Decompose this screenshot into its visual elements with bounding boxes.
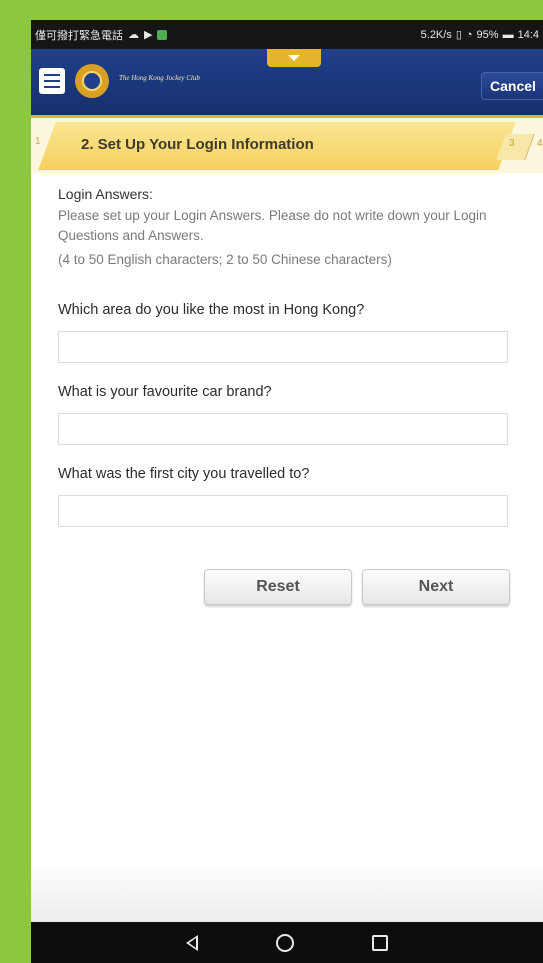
clock: 14:4	[517, 28, 539, 41]
instructions-text: Please set up your Login Answers. Please…	[58, 208, 487, 243]
cancel-button[interactable]: Cancel	[481, 72, 543, 100]
battery-percent: 95%	[476, 28, 499, 41]
page-footer-area	[31, 862, 543, 922]
recent-apps-icon[interactable]	[372, 934, 388, 951]
jockey-club-logo	[75, 64, 109, 98]
character-limits-text: (4 to 50 English characters; 2 to 50 Chi…	[58, 252, 392, 267]
question-1-label: Which area do you like the most in Hong …	[58, 302, 365, 318]
wifi-icon: ◔	[465, 28, 473, 41]
screenshot-border-left	[0, 0, 31, 963]
status-bar: 僅可撥打緊急電話 ☁ ▶ 5.2K/s ▯ ◔ 95% ▬ 14:4	[31, 20, 543, 49]
play-icon: ▶	[144, 29, 153, 41]
battery-icon: ▬	[502, 28, 514, 41]
reset-button[interactable]: Reset	[204, 569, 352, 605]
network-speed: 5.2K/s	[420, 28, 452, 41]
question-3-label: What was the first city you travelled to…	[58, 466, 310, 482]
step-next: 3	[509, 138, 515, 149]
chevron-down-icon	[288, 55, 300, 61]
next-button[interactable]: Next	[362, 569, 510, 605]
brand-name: The Hong Kong Jockey Club	[119, 74, 200, 82]
section-title: Login Answers:	[58, 186, 153, 202]
step-last: 4	[537, 138, 543, 149]
login-answers-section: Login Answers: Please set up your Login …	[58, 186, 528, 267]
pull-down-tab[interactable]	[267, 49, 321, 67]
home-icon[interactable]	[276, 933, 294, 952]
vibrate-icon: ▯	[455, 29, 462, 41]
screenshot-border-top	[0, 0, 543, 20]
cloud-icon: ☁	[128, 29, 139, 41]
step-previous: 1	[35, 136, 41, 147]
question-2-label: What is your favourite car brand?	[58, 384, 272, 400]
app-header: The Hong Kong Jockey Club Cancel	[31, 49, 543, 118]
answer-2-input[interactable]	[58, 413, 508, 445]
answer-3-input[interactable]	[58, 495, 508, 527]
app-notification-icon	[157, 29, 168, 40]
carrier-text: 僅可撥打緊急電話	[35, 29, 123, 42]
step-current-title: 2. Set Up Your Login Information	[81, 136, 314, 153]
back-icon[interactable]	[186, 934, 198, 951]
answer-1-input[interactable]	[58, 331, 508, 363]
system-navigation-bar	[31, 922, 543, 963]
step-progress-bar: 1 2. Set Up Your Login Information 3 4	[31, 118, 543, 173]
hamburger-menu-icon[interactable]	[39, 68, 65, 94]
